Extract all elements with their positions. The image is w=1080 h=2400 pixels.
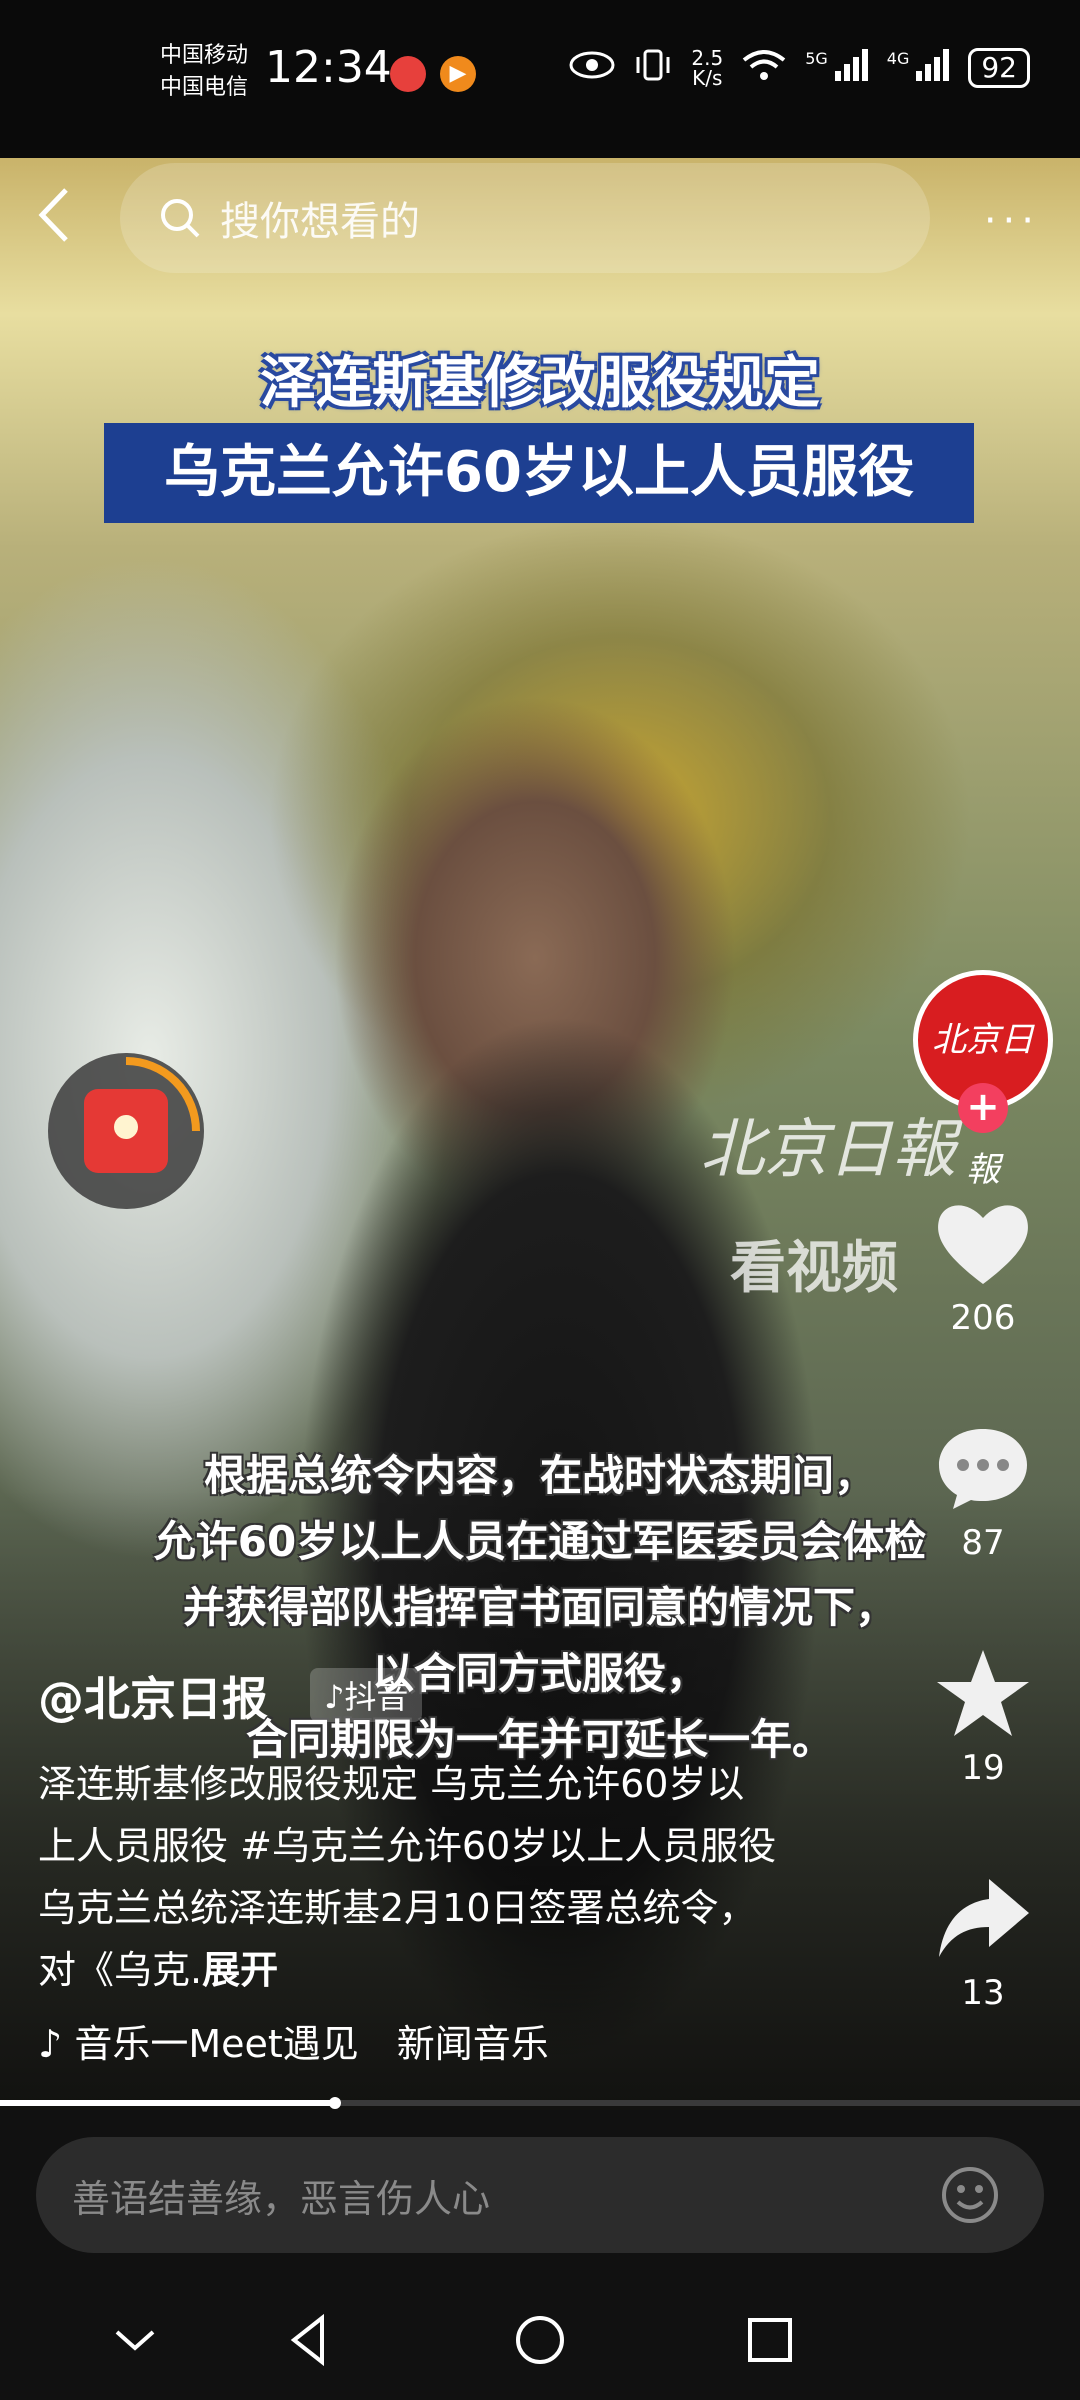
wifi-icon (741, 48, 787, 88)
subtitle-line: 允许60岁以上人员在通过军医委员会体检 (153, 1517, 927, 1566)
video-player[interactable]: 搜你想看的 ··· 泽连斯基修改服役规定 乌克兰允许60岁以上人员服役 北京日報… (0, 158, 1080, 2110)
favorite-button[interactable]: 19 (928, 1648, 1038, 1788)
play-app-icon: ▶ (440, 56, 476, 92)
post-description[interactable]: 泽连斯基修改服役规定 乌克兰允许60岁以上人员服役 #乌克兰允许60岁以上人员服… (38, 1753, 778, 2001)
notification-app-icon (390, 56, 426, 92)
subtitle-line: 根据总统令内容，在战时状态期间， (203, 1451, 876, 1500)
progress-knob[interactable] (329, 2097, 341, 2109)
like-button[interactable]: 206 (928, 1198, 1038, 1338)
emoji-icon[interactable] (940, 2165, 1000, 2225)
search-placeholder: 搜你想看的 (220, 199, 420, 245)
back-arrow-icon (38, 188, 68, 242)
comment-button[interactable]: 87 (928, 1423, 1038, 1563)
carrier-1: 中国移动 (160, 43, 249, 68)
progress-fill (0, 2100, 335, 2106)
vibrate-icon (633, 48, 673, 88)
favorite-count: 19 (961, 1748, 1005, 1788)
nav-recents-icon[interactable] (740, 2310, 800, 2370)
author-name[interactable]: @北京日报 (38, 1663, 268, 1729)
eye-icon (569, 50, 615, 86)
comment-bar: 善语结善缘，恶言伤人心 (0, 2110, 1080, 2280)
net-speed: 2.5 K/s (691, 46, 724, 90)
back-button[interactable] (30, 180, 90, 250)
like-count: 206 (950, 1298, 1016, 1338)
douyin-badge: ♪抖音 (310, 1668, 423, 1722)
nav-home-icon[interactable] (510, 2310, 570, 2370)
watermark-sub: 看视频 (730, 1236, 898, 1301)
description-text: 泽连斯基修改服役规定 乌克兰允许60岁以上人员服役 #乌克兰允许60岁以上人员服… (38, 1762, 777, 1992)
share-button[interactable]: 13 (928, 1873, 1038, 2013)
search-input[interactable]: 搜你想看的 (120, 163, 930, 273)
status-icons: 2.5 K/s 5G 4G 92 (569, 48, 1030, 88)
star-icon (937, 1650, 1029, 1736)
more-button[interactable]: ··· (984, 198, 1040, 244)
watermark-logo: 北京日報 (700, 1113, 956, 1187)
red-packet-icon (84, 1089, 168, 1173)
expand-link[interactable]: 展开 (202, 1948, 278, 1992)
status-bar: 中国移动 中国电信 12:34 ▶ 2.5 K/s 5G 4G 92 (0, 0, 1080, 158)
comment-input[interactable]: 善语结善缘，恶言伤人心 (36, 2137, 1044, 2253)
comment-icon (939, 1429, 1027, 1509)
share-icon (939, 1879, 1029, 1957)
nav-collapse-icon[interactable] (105, 2310, 165, 2370)
signal-5g-icon: 5G (805, 49, 869, 87)
comment-placeholder: 善语结善缘，恶言伤人心 (72, 2176, 491, 2221)
subtitle-line: 并获得部队指挥官书面同意的情况下， (182, 1583, 897, 1632)
signal-4g-icon: 4G (887, 49, 951, 87)
comment-count: 87 (961, 1523, 1005, 1563)
share-count: 13 (961, 1973, 1005, 2013)
red-packet-button[interactable] (48, 1053, 204, 1209)
video-headline-2-banner: 乌克兰允许60岁以上人员服役 (104, 423, 974, 523)
follow-button[interactable]: + (958, 1083, 1008, 1133)
carrier-labels: 中国移动 中国电信 (160, 40, 248, 104)
system-navigation-bar (0, 2280, 1080, 2400)
music-ticker[interactable]: ♪ 音乐一Meet遇见 新闻音乐 (38, 2013, 638, 2068)
search-icon (161, 199, 200, 238)
carrier-2: 中国电信 (160, 75, 249, 100)
clock: 12:34 (265, 42, 392, 93)
video-headline-2: 乌克兰允许60岁以上人员服役 (164, 440, 914, 505)
heart-icon (938, 1205, 1028, 1284)
battery-indicator: 92 (968, 48, 1030, 88)
video-headline-1: 泽连斯基修改服役规定 (260, 351, 820, 416)
nav-back-icon[interactable] (280, 2310, 340, 2370)
